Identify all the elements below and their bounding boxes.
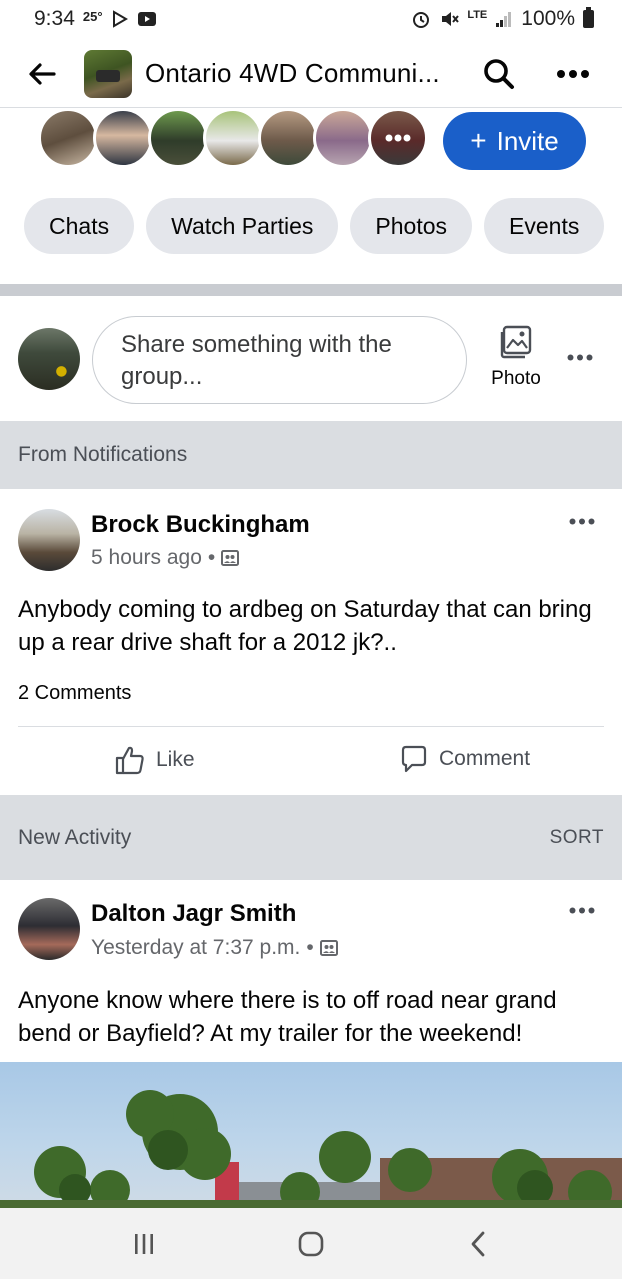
back-nav-button[interactable] xyxy=(438,1214,518,1274)
member-avatar[interactable] xyxy=(38,108,98,168)
photo-icon xyxy=(500,325,532,359)
youtube-icon xyxy=(137,11,157,27)
more-horizontal-icon xyxy=(385,134,411,142)
group-header: Ontario 4WD Communi... xyxy=(0,40,622,108)
group-audience-icon xyxy=(221,550,240,566)
member-avatar[interactable] xyxy=(93,108,153,168)
post-author[interactable]: Dalton Jagr Smith xyxy=(91,900,296,928)
more-horizontal-icon xyxy=(567,354,593,360)
battery-icon xyxy=(583,7,594,28)
status-left: 9:34 25° xyxy=(34,7,157,31)
post-meta: Yesterday at 7:37 p.m. • xyxy=(91,936,338,960)
play-store-icon xyxy=(111,10,129,28)
more-members-avatar[interactable] xyxy=(368,108,428,168)
more-options-button[interactable] xyxy=(543,44,603,104)
status-bar: 9:34 25° LTE 100% xyxy=(0,0,622,38)
status-right: LTE 100% xyxy=(411,7,594,31)
member-avatar[interactable] xyxy=(148,108,208,168)
group-audience-icon xyxy=(319,940,338,956)
user-avatar[interactable] xyxy=(18,328,80,390)
section-from-notifications: From Notifications xyxy=(0,421,622,489)
more-horizontal-icon xyxy=(569,907,595,913)
comment-icon xyxy=(401,745,427,773)
search-icon xyxy=(484,58,514,89)
photo-button[interactable]: Photo xyxy=(485,324,547,396)
author-avatar[interactable] xyxy=(18,898,80,960)
post-divider xyxy=(18,726,604,727)
comments-count[interactable]: 2 Comments xyxy=(18,682,131,705)
invite-label: Invite xyxy=(496,125,559,156)
comment-label: Comment xyxy=(439,747,531,770)
search-button[interactable] xyxy=(469,44,529,104)
back-button[interactable] xyxy=(0,40,84,108)
post-time[interactable]: Yesterday at 7:37 p.m. xyxy=(91,936,300,960)
tab-events[interactable]: Events xyxy=(484,198,605,254)
tab-chats[interactable]: Chats xyxy=(24,198,135,254)
section-title: New Activity xyxy=(18,825,132,849)
recent-apps-icon xyxy=(134,1233,153,1254)
network-type: LTE xyxy=(467,9,488,21)
tab-watch-parties[interactable]: Watch Parties xyxy=(146,198,339,254)
signal-icon xyxy=(495,10,513,28)
member-avatar[interactable] xyxy=(258,108,318,168)
post-card: Brock Buckingham 5 hours ago • Anybody c… xyxy=(0,489,622,795)
more-horizontal-icon xyxy=(569,518,595,524)
post-meta: 5 hours ago • xyxy=(91,546,240,570)
home-icon xyxy=(298,1231,324,1256)
post-text: Anyone know where there is to off road n… xyxy=(18,987,557,1047)
mute-icon xyxy=(439,9,460,29)
battery-percent: 100% xyxy=(521,7,575,30)
invite-button[interactable]: + Invite xyxy=(443,112,586,170)
more-horizontal-icon xyxy=(557,69,589,78)
group-title[interactable]: Ontario 4WD Communi... xyxy=(145,58,463,89)
post-more-button[interactable] xyxy=(564,898,600,922)
post-composer: Share something with the group... Photo xyxy=(0,296,622,421)
status-temperature: 25° xyxy=(82,8,103,24)
like-label: Like xyxy=(156,748,195,771)
section-new-activity: New Activity SORT xyxy=(0,795,622,880)
plus-icon: + xyxy=(470,125,487,156)
members-row: + Invite xyxy=(0,106,622,170)
post-time[interactable]: 5 hours ago xyxy=(91,546,202,570)
photo-label: Photo xyxy=(491,368,541,389)
trees-landscape-image xyxy=(0,1090,622,1208)
home-button[interactable] xyxy=(271,1214,351,1274)
share-input[interactable]: Share something with the group... xyxy=(92,316,467,404)
like-button[interactable]: Like xyxy=(114,744,195,776)
meta-separator: • xyxy=(306,936,314,959)
group-tabs: Chats Watch Parties Photos Events xyxy=(24,198,605,254)
sort-button[interactable]: SORT xyxy=(550,827,604,849)
section-divider xyxy=(0,284,622,296)
arrow-left-icon xyxy=(29,62,56,85)
composer-more-button[interactable] xyxy=(560,342,600,372)
chevron-left-icon xyxy=(471,1231,485,1256)
post-more-button[interactable] xyxy=(564,509,600,533)
group-avatar[interactable] xyxy=(84,49,132,98)
post-card: Dalton Jagr Smith Yesterday at 7:37 p.m.… xyxy=(0,880,622,1062)
thumbs-up-icon xyxy=(115,746,144,775)
tab-photos[interactable]: Photos xyxy=(350,198,473,254)
android-nav-bar xyxy=(0,1208,622,1279)
meta-separator: • xyxy=(207,546,216,569)
comment-button[interactable]: Comment xyxy=(399,744,530,774)
member-avatar[interactable] xyxy=(313,108,373,168)
status-time: 9:34 xyxy=(34,7,75,30)
member-avatar[interactable] xyxy=(203,108,263,168)
recent-apps-button[interactable] xyxy=(104,1214,184,1274)
section-title: From Notifications xyxy=(18,443,188,466)
post-photo[interactable] xyxy=(0,1062,622,1208)
post-author[interactable]: Brock Buckingham xyxy=(91,511,310,539)
author-avatar[interactable] xyxy=(18,509,80,571)
alarm-icon xyxy=(411,9,431,29)
post-text: Anybody coming to ardbeg on Saturday tha… xyxy=(18,596,592,656)
